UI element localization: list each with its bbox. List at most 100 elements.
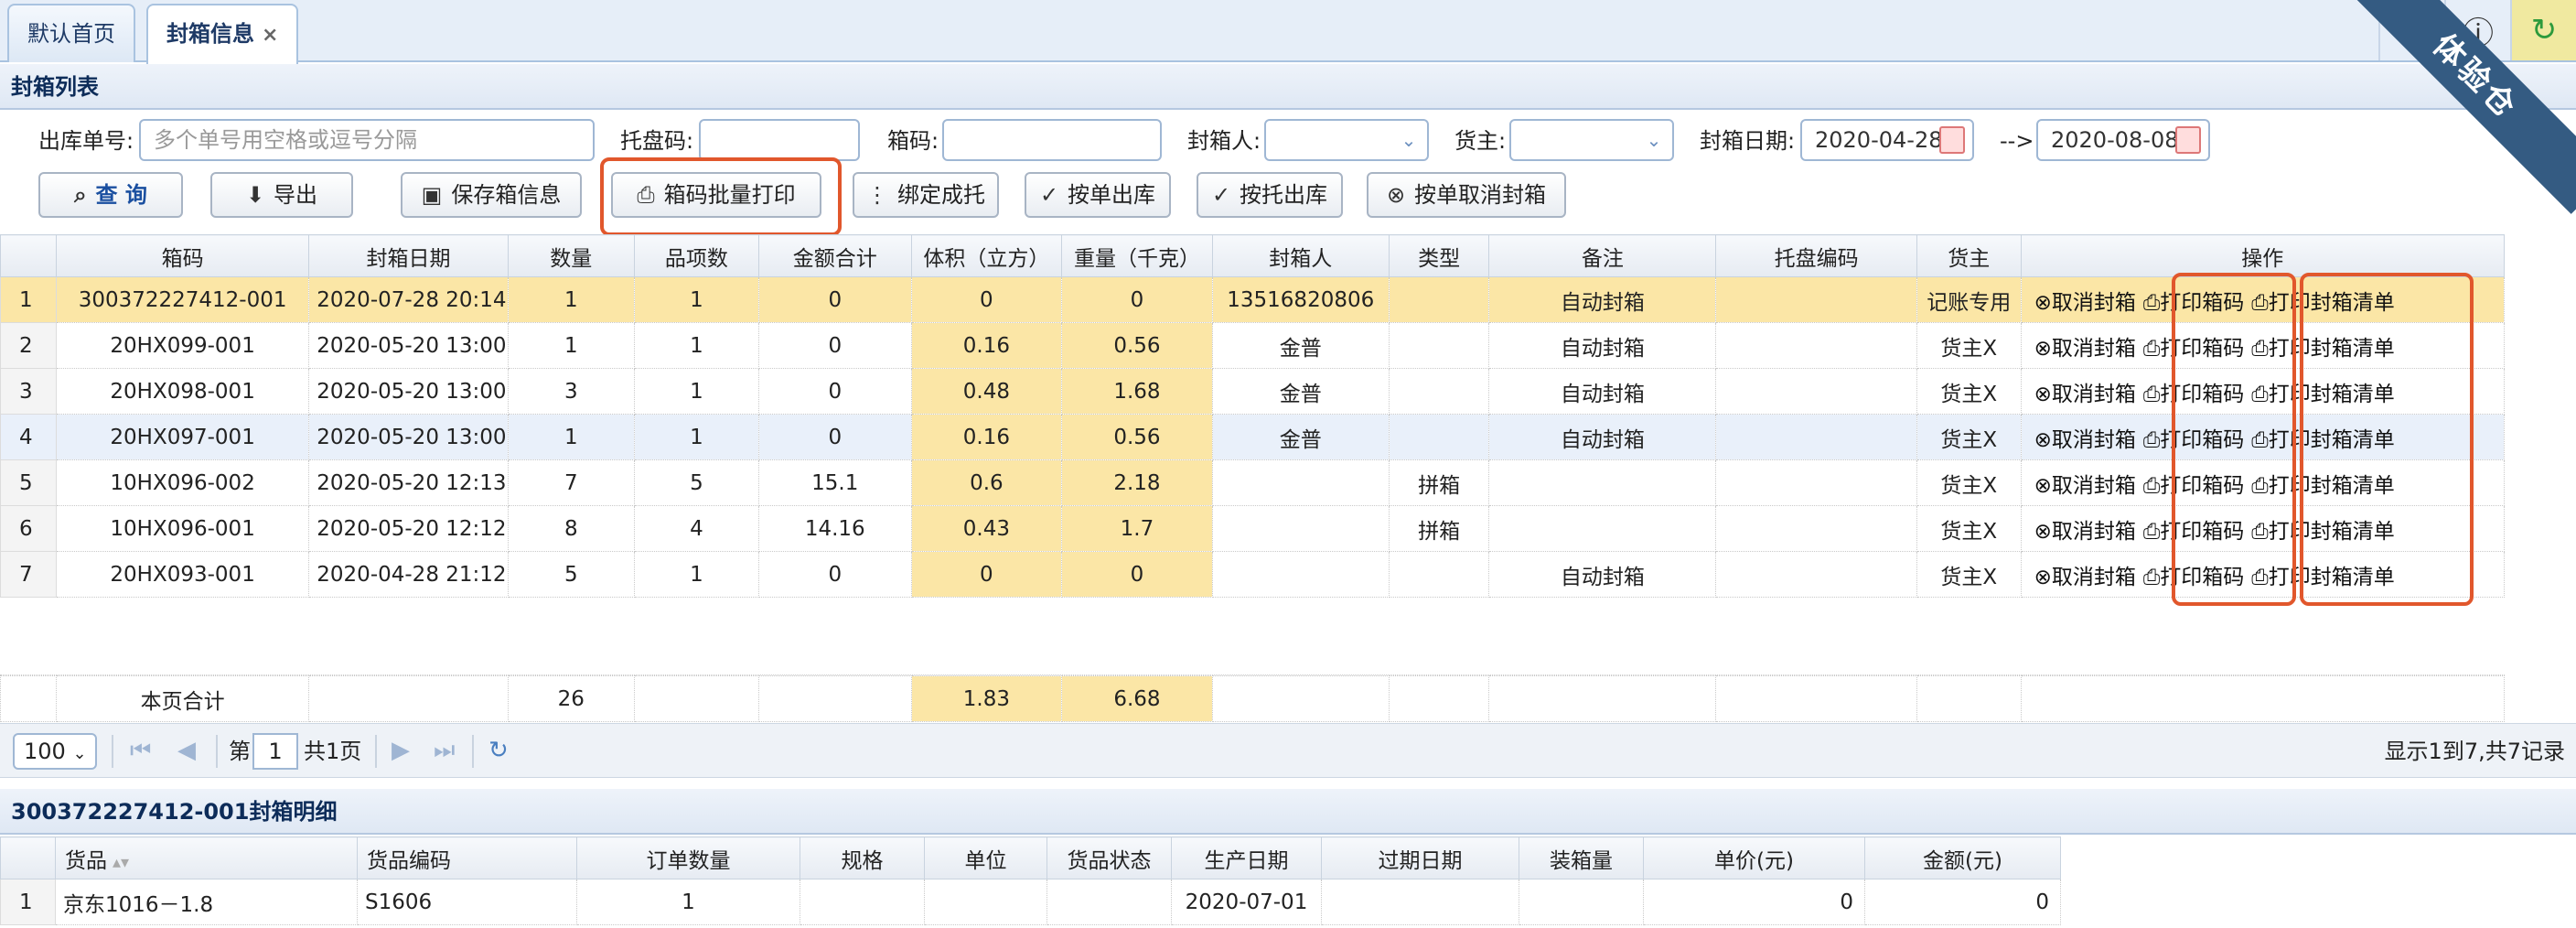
refresh-icon[interactable]: ↻ bbox=[2510, 0, 2576, 60]
cancel-seal-link[interactable]: ⊗取消封箱 bbox=[2031, 566, 2140, 589]
tab-label: 默认首页 bbox=[27, 21, 115, 47]
cancel-seal-link[interactable]: ⊗取消封箱 bbox=[2031, 337, 2140, 361]
table-row[interactable]: 5 10HX096-002 2020-05-20 12:13:4 7 5 15.1 0.6 2… bbox=[0, 459, 2506, 506]
order-no-input[interactable]: 多个单号用空格或逗号分隔 bbox=[139, 119, 595, 161]
printer-icon: ⎙ bbox=[2142, 336, 2161, 361]
table-row[interactable]: 6 10HX096-001 2020-05-20 12:12:4 8 4 14.16 0.4… bbox=[0, 505, 2506, 552]
row-number: 1 bbox=[0, 879, 56, 925]
column-header[interactable]: 托盘编码 bbox=[1715, 234, 1917, 277]
column-header[interactable]: 体积（立方） bbox=[910, 234, 1063, 277]
prev-page-icon[interactable]: ◀ bbox=[177, 737, 196, 764]
detail-row[interactable]: 1 京东1016－1.8 S1606 1 2020-07-01 0 0 bbox=[0, 879, 2061, 925]
page-size-select[interactable]: 100 ⌄ bbox=[13, 733, 97, 770]
column-header[interactable]: 备注 bbox=[1488, 234, 1717, 277]
footer-volume: 1.83 bbox=[910, 675, 1063, 722]
column-header[interactable]: 货品状态 bbox=[1046, 836, 1172, 879]
column-header[interactable]: 货品 ▴▾ bbox=[55, 836, 358, 879]
table-row[interactable]: 7 20HX093-001 2020-04-28 21:12:2 5 1 0 0 0 自动封箱货… bbox=[0, 551, 2506, 598]
sealer-select[interactable]: ⌄ bbox=[1264, 119, 1429, 161]
cancel-seal-link-label: ⊗取消封箱 bbox=[2034, 473, 2136, 498]
pager: 100 ⌄ ⏮ ◀ 第 1 共1页 ▶ ⏭ ↻ 显示1到7,共7记录 bbox=[0, 723, 2576, 778]
save-box-button[interactable]: ▣ 保存箱信息 bbox=[401, 172, 582, 218]
column-header[interactable]: 货主 bbox=[1916, 234, 2022, 277]
calendar-icon[interactable] bbox=[1939, 126, 1965, 154]
ship-by-pallet-button[interactable]: ✓ 按托出库 bbox=[1197, 172, 1343, 218]
grid-footer: 本页合计 26 1.83 6.68 bbox=[0, 675, 2506, 722]
column-header[interactable]: 类型 bbox=[1388, 234, 1490, 277]
first-page-icon[interactable]: ⏮ bbox=[130, 737, 151, 765]
page-number-input[interactable]: 1 bbox=[252, 733, 298, 770]
column-header[interactable]: 金额合计 bbox=[757, 234, 912, 277]
column-header[interactable]: 单价(元) bbox=[1643, 836, 1865, 879]
detail-grid: 货品 ▴▾ 货品编码 订单数量 规格 单位 货品状态 生产日期 过期日期 装箱量 … bbox=[0, 836, 2061, 925]
column-header[interactable]: 重量（千克） bbox=[1061, 234, 1213, 277]
cancel-seal-link[interactable]: ⊗取消封箱 bbox=[2031, 474, 2140, 498]
highlight-box bbox=[600, 157, 842, 236]
last-page-icon[interactable]: ⏭ bbox=[434, 737, 455, 765]
cell-qty: 3 bbox=[507, 368, 635, 415]
column-header[interactable]: 装箱量 bbox=[1519, 836, 1644, 879]
more-vertical-icon: ⋮ bbox=[866, 182, 888, 208]
tab-box-info[interactable]: 封箱信息 × bbox=[146, 4, 299, 64]
date-to-value: 2020-08-08 bbox=[2051, 127, 2179, 153]
pallet-label: 托盘码: bbox=[620, 128, 694, 154]
column-header[interactable]: 规格 bbox=[800, 836, 925, 879]
cell-unit bbox=[924, 879, 1047, 925]
column-header[interactable]: 封箱人 bbox=[1211, 234, 1390, 277]
box-code-input[interactable] bbox=[942, 119, 1162, 161]
column-header[interactable]: 过期日期 bbox=[1321, 836, 1519, 879]
divider bbox=[216, 735, 218, 768]
row-number: 7 bbox=[0, 551, 57, 598]
column-header[interactable]: 箱码 bbox=[55, 234, 310, 277]
column-header[interactable]: 货品编码 bbox=[357, 836, 577, 879]
calendar-icon[interactable] bbox=[2175, 126, 2201, 154]
cell-qty: 7 bbox=[507, 459, 635, 506]
check-circle-icon: ✓ bbox=[1039, 182, 1059, 208]
next-page-icon[interactable]: ▶ bbox=[392, 737, 410, 764]
cell-pallet bbox=[1715, 322, 1917, 369]
divider bbox=[112, 735, 113, 768]
cell-seal-date: 2020-05-20 12:12:4 bbox=[308, 505, 509, 552]
column-header[interactable]: 生产日期 bbox=[1171, 836, 1322, 879]
column-header[interactable]: 品项数 bbox=[633, 234, 759, 277]
bind-pallet-button[interactable]: ⋮ 绑定成托 bbox=[853, 172, 999, 218]
column-header[interactable]: 金额(元) bbox=[1864, 836, 2061, 879]
cell-sealer bbox=[1211, 505, 1390, 552]
reload-icon[interactable]: ↻ bbox=[488, 737, 509, 764]
query-button[interactable]: ⌕ 查 询 bbox=[38, 172, 183, 218]
column-header[interactable]: 封箱日期 bbox=[308, 234, 509, 277]
column-header[interactable]: 单位 bbox=[924, 836, 1047, 879]
export-button[interactable]: ⬇ 导出 bbox=[210, 172, 353, 218]
ship-by-order-button[interactable]: ✓ 按单出库 bbox=[1025, 172, 1171, 218]
pallet-input[interactable] bbox=[699, 119, 860, 161]
cell-item-count: 1 bbox=[633, 322, 759, 369]
row-number: 5 bbox=[0, 459, 57, 506]
sort-icon[interactable]: ▴▾ bbox=[113, 853, 129, 872]
cell-volume: 0 bbox=[910, 551, 1063, 598]
cancel-seal-link[interactable]: ⊗取消封箱 bbox=[2031, 520, 2140, 544]
tab-home[interactable]: 默认首页 bbox=[7, 4, 135, 62]
panel-title: 封箱列表 bbox=[0, 64, 2576, 110]
page-total-row: 本页合计 26 1.83 6.68 bbox=[0, 675, 2506, 722]
cancel-by-order-button[interactable]: ⊗ 按单取消封箱 bbox=[1367, 172, 1566, 218]
table-row[interactable]: 2 20HX099-001 2020-05-20 13:00:5 1 1 0 0.16 0.5… bbox=[0, 322, 2506, 369]
table-row[interactable]: 4 20HX097-001 2020-05-20 13:00:0 1 1 0 0.16 0.5… bbox=[0, 414, 2506, 460]
column-header[interactable]: 订单数量 bbox=[576, 836, 800, 879]
cancel-seal-link[interactable]: ⊗取消封箱 bbox=[2031, 291, 2140, 315]
cancel-seal-link[interactable]: ⊗取消封箱 bbox=[2031, 383, 2140, 406]
cell-owner: 货主X bbox=[1916, 368, 2022, 415]
close-icon[interactable]: × bbox=[262, 24, 278, 47]
column-header[interactable]: 数量 bbox=[507, 234, 635, 277]
cell-pallet bbox=[1715, 505, 1917, 552]
owner-select[interactable]: ⌄ bbox=[1509, 119, 1674, 161]
cell-remark bbox=[1488, 459, 1717, 506]
date-separator: --> bbox=[2000, 128, 2034, 154]
page-prefix: 第 bbox=[229, 739, 251, 764]
cancel-seal-link[interactable]: ⊗取消封箱 bbox=[2031, 428, 2140, 452]
date-to-input[interactable]: 2020-08-08 bbox=[2036, 119, 2210, 161]
cell-item-count: 4 bbox=[633, 505, 759, 552]
table-row[interactable]: 3 20HX098-001 2020-05-20 13:00:3 3 1 0 0.48 1.6… bbox=[0, 368, 2506, 415]
date-from-input[interactable]: 2020-04-28 bbox=[1800, 119, 1974, 161]
cell-type bbox=[1388, 276, 1490, 323]
table-row[interactable]: 1 300372227412-001 2020-07-28 20:14:0 1 1 0 0 0… bbox=[0, 276, 2506, 323]
